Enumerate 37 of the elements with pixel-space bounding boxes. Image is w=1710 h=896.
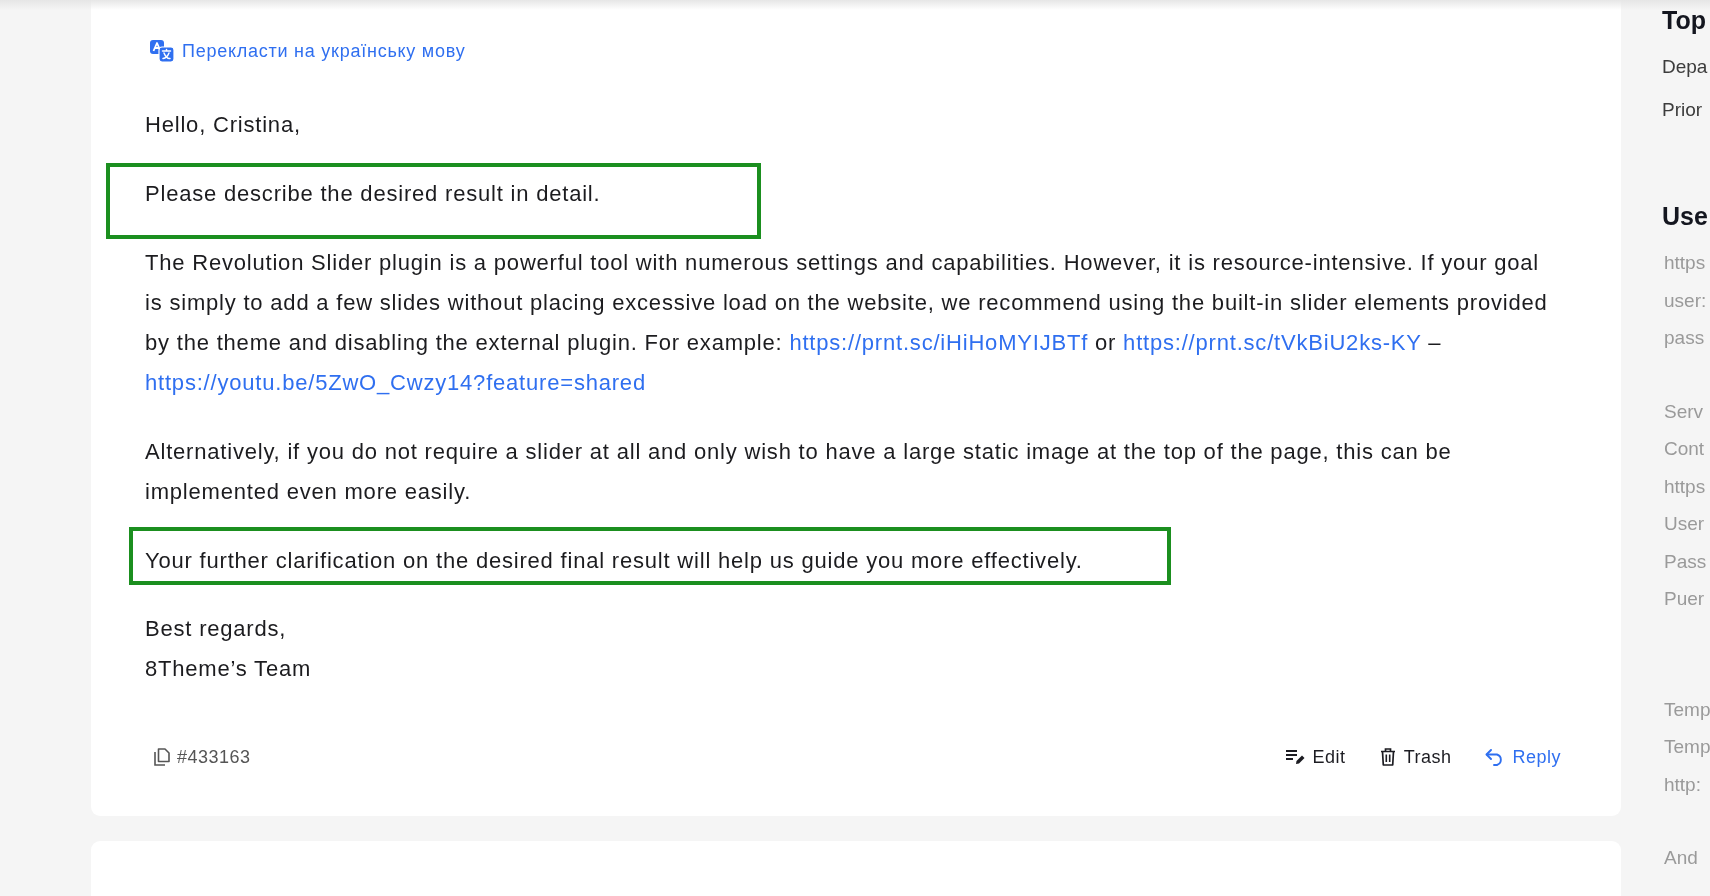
sidebar-heading: Use xyxy=(1662,201,1709,231)
trash-icon[interactable] xyxy=(1379,748,1396,766)
link[interactable]: https://prnt.sc/tVkBiU2ks-KY xyxy=(1123,330,1422,355)
sidebar-text: Depa xyxy=(1662,55,1709,79)
signature-text: 8Theme’s Team xyxy=(145,655,313,683)
sidebar-text: pass xyxy=(1663,326,1706,350)
sidebar-heading: Top xyxy=(1662,5,1707,35)
translate-link[interactable]: Перекласти на українську мову xyxy=(150,40,466,62)
sidebar-text: https xyxy=(1663,251,1707,275)
ticket-number: #433163 xyxy=(177,746,251,768)
sidebar-text: User xyxy=(1663,512,1706,536)
link[interactable]: https://prnt.sc/iHiHoMYIJBTf xyxy=(789,330,1089,355)
sidebar-text: Prior xyxy=(1662,98,1704,122)
translate-icon[interactable] xyxy=(150,40,174,62)
message-paragraph: The Revolution Slider plugin is a powerful tool with numerous settings and capabilities. However, it is resource-intensive. If your goal is simply to add a few slides without placing excessive load on the website, we recommend using the built-in slider elements provided by the theme and disabling the external plugin. For example: https://prnt.sc/iHiHoMYIJBTf or https://prnt.sc/tVkBiU2ks-KY – https://youtu.be/5ZwO_Cwzy14?feature=shared xyxy=(145,249,1549,397)
message-paragraph: Please describe the desired result in detail. xyxy=(145,180,601,208)
trash-button[interactable]: Trash xyxy=(1379,744,1452,770)
reply-button[interactable]: Reply xyxy=(1485,744,1561,770)
sidebar-text: http: xyxy=(1663,772,1702,797)
message-paragraph: Your further clarification on the desired final result will help us guide you more effectively. xyxy=(145,547,1083,575)
sidebar-text: And xyxy=(1663,846,1699,870)
sidebar-text: https xyxy=(1663,474,1707,499)
sidebar-text: Puer xyxy=(1663,587,1706,611)
sidebar-text: Pass xyxy=(1663,549,1708,574)
edit-button[interactable]: Edit xyxy=(1285,744,1346,770)
message-paragraph: Hello, Cristina, xyxy=(145,111,302,139)
reply-icon[interactable] xyxy=(1485,748,1505,766)
link[interactable]: https://youtu.be/5ZwO_Cwzy14?feature=shared xyxy=(145,370,646,395)
edit-icon[interactable] xyxy=(1285,749,1305,765)
sidebar-text: Serv xyxy=(1663,399,1705,424)
sidebar-text: Temp xyxy=(1663,697,1710,722)
sidebar-text: user: xyxy=(1663,288,1708,313)
message-paragraph: Alternatively, if you do not require a slider at all and only wish to have a large static image at the top of the page, this can be implemented even more easily. xyxy=(145,438,1453,506)
signature-text: Best regards, xyxy=(145,615,288,643)
sidebar-text: Cont xyxy=(1663,437,1706,461)
copy-icon[interactable] xyxy=(154,748,170,766)
sidebar-text: Temp xyxy=(1663,735,1710,759)
